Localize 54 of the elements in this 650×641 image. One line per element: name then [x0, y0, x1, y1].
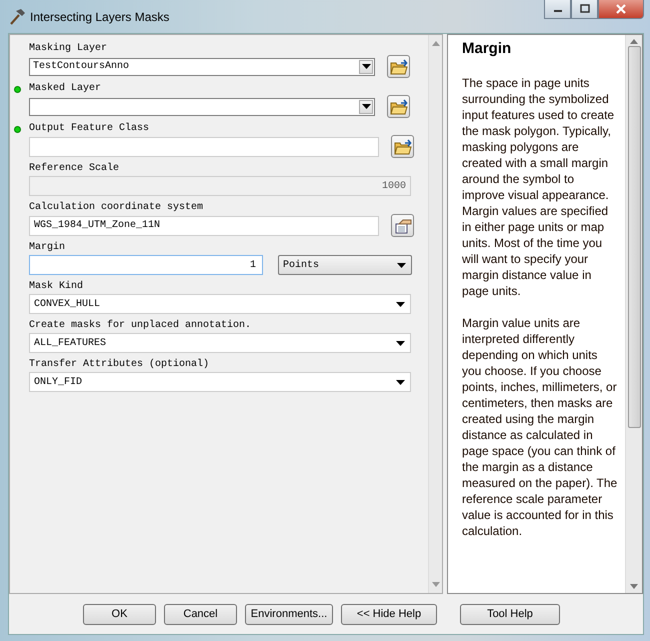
minimize-button[interactable]	[544, 0, 571, 19]
dropdown[interactable]: ONLY_FID	[29, 372, 411, 392]
folder-icon	[394, 138, 412, 154]
scroll-down-icon[interactable]	[432, 582, 440, 587]
help-paragraph: The space in page units surrounding the symbolized input features used to create the mask polygon. Typically, masking polygons are created with a small margin around the symbol to improve visual appearance. Margin values are specified in either page units or map units. Most of the time you will want to specify your margin distance value in page units.	[462, 75, 616, 299]
input-field: 1000	[29, 176, 411, 196]
dropdown-arrow-icon	[396, 340, 405, 346]
window-title: Intersecting Layers Masks	[30, 10, 170, 24]
scrollbar[interactable]	[625, 35, 642, 593]
parameter-label: Reference Scale	[29, 162, 120, 174]
folder-icon	[390, 98, 408, 114]
dialog-button[interactable]: OK	[83, 604, 156, 624]
hammer-icon	[8, 8, 26, 26]
open-folder-button[interactable]	[391, 135, 414, 158]
close-button[interactable]	[598, 0, 644, 19]
help-paragraph: Margin value units are interpreted differently depending on which units you choose. If you choose points, inches, millimeters, or centimeters, then masks are created using the margin distance as calculated in page space (you can think of the margin as a distance measured on the paper). The reference scale parameter value is accounted for in this calculation.	[462, 315, 618, 539]
scroll-up-icon[interactable]	[630, 39, 638, 44]
dropdown-arrow-icon	[397, 262, 406, 268]
maximize-icon	[580, 4, 590, 14]
dropdown[interactable]: CONVEX_HULL	[29, 294, 411, 314]
parameter-label: Margin	[29, 242, 66, 252]
open-folder-button[interactable]	[387, 55, 410, 78]
hand-document-icon	[394, 218, 412, 234]
dialog-button[interactable]: << Hide Help	[341, 604, 437, 624]
dropdown[interactable]: ALL_FEATURES	[29, 333, 411, 353]
units-dropdown[interactable]: Points	[278, 255, 412, 275]
parameter-label: Create masks for unplaced annotation.	[29, 320, 252, 330]
folder-icon	[390, 58, 408, 74]
dropdown-arrow-icon	[362, 104, 370, 109]
parameter-label: Masked Layer	[29, 82, 102, 94]
scroll-down-icon[interactable]	[630, 584, 638, 589]
dialog-button[interactable]: Tool Help	[460, 604, 560, 624]
parameter-label: Transfer Attributes (optional)	[29, 358, 210, 370]
close-icon	[615, 4, 627, 14]
dropdown-arrow-icon	[362, 64, 370, 69]
input-field[interactable]: 1	[29, 255, 263, 275]
dialog-button[interactable]: Environments...	[245, 604, 333, 624]
layer-dropdown[interactable]: TestContoursAnno	[29, 58, 375, 76]
input-field[interactable]	[29, 136, 379, 156]
parameter-label: Calculation coordinate system	[29, 202, 204, 212]
input-field[interactable]: WGS_1984_UTM_Zone_11N	[29, 216, 379, 236]
maximize-button[interactable]	[571, 0, 598, 19]
dropdown-arrow-icon	[396, 380, 405, 384]
help-title: Margin	[462, 40, 512, 57]
dropdown-arrow-icon	[396, 302, 405, 306]
parameter-label: Output Feature Class	[29, 122, 150, 134]
dialog-button[interactable]: Cancel	[164, 604, 237, 624]
properties-button[interactable]	[391, 214, 414, 237]
parameter-label: Mask Kind	[29, 280, 84, 292]
open-folder-button[interactable]	[387, 95, 410, 118]
layer-dropdown[interactable]	[29, 98, 375, 116]
scroll-up-icon[interactable]	[432, 41, 440, 46]
scrollbar[interactable]	[428, 35, 442, 593]
parameter-label: Masking Layer	[29, 42, 108, 54]
